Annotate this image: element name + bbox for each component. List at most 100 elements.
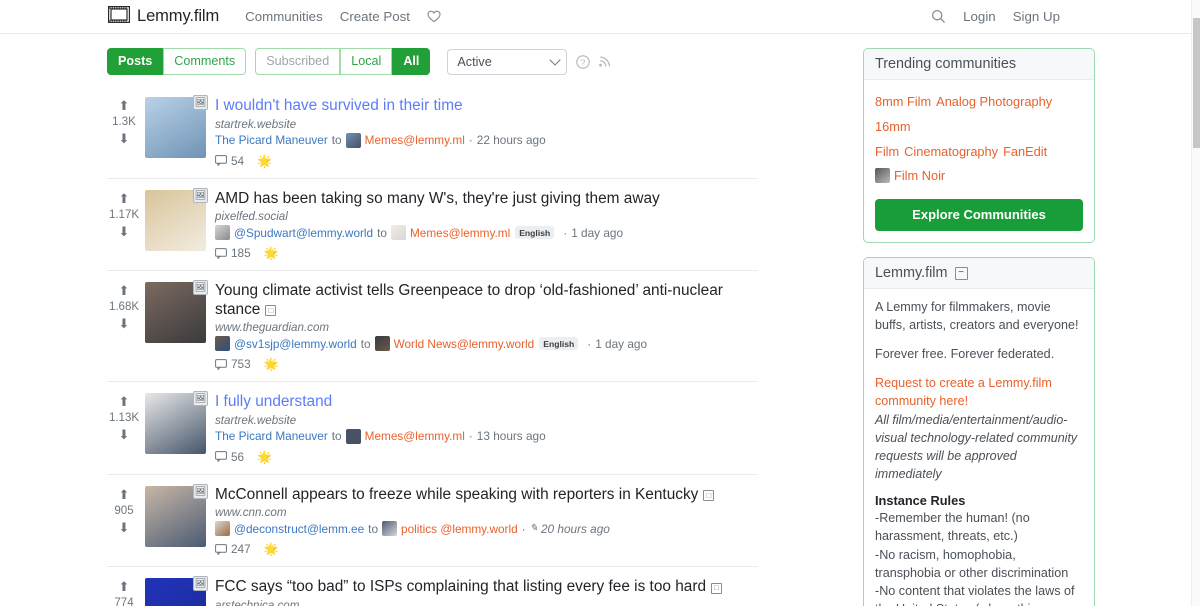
collapse-minus-icon[interactable]: − [954,266,968,280]
post-thumbnail[interactable]: 🖼 [145,187,208,251]
post-creator-link[interactable]: The Picard Maneuver [215,133,328,147]
upvote-button[interactable]: ⬆ [119,488,130,501]
instance-rules-list: -Remember the human! (no harassment, thr… [875,509,1083,606]
brand-home-link[interactable]: Lemmy.film [107,5,219,28]
post-time: 1 day ago [595,336,648,351]
post-title-row: I wouldn't have survived in their time [215,97,758,115]
external-link-icon[interactable]: □ [703,490,715,502]
creator-avatar [215,225,230,241]
crosspost-star-icon[interactable]: 🌟 [264,542,279,556]
page-scrollbar[interactable] [1191,0,1200,606]
comment-count: 753 [231,357,251,372]
post-thumbnail[interactable]: 🖼 [145,280,208,344]
post-item: ⬆ 905 ⬇ 🖼 McConnell appears to freeze while … [107,473,758,566]
tab-posts[interactable]: Posts [107,48,164,76]
post-creator-link[interactable]: @deconstruct@lemm.ee [234,522,364,536]
post-thumbnail[interactable]: 🖼 [145,95,208,159]
meta-dot: · [587,336,592,351]
sort-select[interactable]: Active [447,48,568,75]
tab-comments[interactable]: Comments [163,48,247,76]
comments-action[interactable]: 185 [215,246,251,260]
request-community-link[interactable]: Request to create a Lemmy.film community… [875,375,1083,411]
image-expand-icon[interactable]: 🖼 [193,483,208,499]
explore-communities-button[interactable]: Explore Communities [875,199,1083,232]
post-community-link[interactable]: politics @lemmy.world [401,522,518,536]
external-link-icon[interactable]: □ [265,305,277,317]
post-creator-link[interactable]: @Spudwart@lemmy.world [234,226,373,240]
post-item: ⬆774⬇🖼FCC says “too bad” to ISPs complai… [107,566,758,606]
image-expand-icon[interactable]: 🖼 [193,280,208,296]
heart-icon[interactable] [427,10,441,23]
post-title-link[interactable]: FCC says “too bad” to ISPs complaining t… [215,578,706,595]
meta-dot: · [468,133,473,148]
post-meta: The Picard Maneuver to Memes@lemmy.ml · 22 h… [215,132,758,148]
post-title-link[interactable]: Young climate activist tells Greenpeace … [215,282,723,317]
post-title-link[interactable]: I fully understand [215,393,332,410]
post-creator-link[interactable]: @sv1sjp@lemmy.world [234,337,357,351]
upvote-button[interactable]: ⬆ [119,580,130,593]
downvote-button[interactable]: ⬇ [119,521,130,534]
login-link[interactable]: Login [963,9,996,24]
post-thumbnail[interactable]: 🖼 [145,483,208,547]
listing-type-toggle: Subscribed Local All [255,48,431,76]
upvote-button[interactable]: ⬆ [119,284,130,297]
post-title-link[interactable]: I wouldn't have survived in their time [215,97,463,114]
post-community-link[interactable]: Memes@lemmy.ml [365,429,465,443]
crosspost-star-icon[interactable]: 🌟 [264,246,279,260]
post-item: ⬆ 1.68K ⬇ 🖼 Young climate activist tells Gre… [107,270,758,381]
downvote-button[interactable]: ⬇ [119,428,130,441]
post-item: ⬆ 1.13K ⬇ 🖼 I fully understand startrek.websi… [107,381,758,473]
rss-icon[interactable] [599,55,612,68]
external-link-icon[interactable]: □ [711,582,723,594]
trending-community-link[interactable]: 8mm Film [875,94,931,109]
crosspost-star-icon[interactable]: 🌟 [257,450,272,464]
question-circle-icon[interactable]: ? [576,54,591,69]
post-body: Young climate activist tells Greenpeace … [215,282,758,371]
post-community-link[interactable]: Memes@lemmy.ml [365,133,465,147]
edited-pencil-icon: ✎ [529,523,538,535]
post-domain: www.theguardian.com [215,321,330,335]
post-time: 22 hours ago [476,133,546,148]
post-creator-link[interactable]: The Picard Maneuver [215,429,328,443]
trending-community-link[interactable]: FanEdit [1003,144,1047,159]
post-title-link[interactable]: AMD has been taking so many W's, they're… [215,190,660,207]
post-community-link[interactable]: Memes@lemmy.ml [410,226,510,240]
trending-community-link[interactable]: Film Noir [894,168,945,183]
tab-subscribed[interactable]: Subscribed [255,48,341,76]
post-community-link[interactable]: World News@lemmy.world [394,337,535,351]
nav-communities[interactable]: Communities [245,9,323,24]
post-body: AMD has been taking so many W's, they're… [215,190,758,260]
nav-create-post[interactable]: Create Post [340,9,410,24]
crosspost-star-icon[interactable]: 🌟 [264,357,279,371]
post-meta: @deconstruct@lemm.ee to politics @lemmy.wo… [215,521,758,537]
downvote-button[interactable]: ⬇ [119,132,130,145]
search-icon[interactable] [931,9,946,24]
tab-all[interactable]: All [392,48,431,76]
trending-community-link[interactable]: Analog Photography [936,94,1052,109]
comments-action[interactable]: 56 [215,450,244,464]
meta-to-label: to [377,225,387,240]
crosspost-star-icon[interactable]: 🌟 [257,154,272,168]
image-expand-icon[interactable]: 🖼 [193,187,208,203]
downvote-button[interactable]: ⬇ [119,317,130,330]
image-expand-icon[interactable]: 🖼 [193,95,208,111]
trending-links: 8mm Film Analog Photography 16mm Film Cinem… [875,90,1083,189]
tab-local[interactable]: Local [340,48,393,76]
image-expand-icon[interactable]: 🖼 [193,391,208,407]
image-expand-icon[interactable]: 🖼 [193,576,208,592]
language-badge: English [539,337,579,351]
post-title-link[interactable]: McConnell appears to freeze while speaki… [215,486,698,503]
trending-community-link[interactable]: Cinematography [904,144,998,159]
scrollbar-thumb[interactable] [1193,18,1200,148]
post-score: 1.3K [112,116,136,129]
comments-action[interactable]: 54 [215,154,244,168]
upvote-button[interactable]: ⬆ [119,192,130,205]
comments-action[interactable]: 753 [215,357,251,371]
downvote-button[interactable]: ⬇ [119,225,130,238]
post-thumbnail[interactable]: 🖼 [145,391,208,455]
signup-link[interactable]: Sign Up [1013,9,1060,24]
post-thumbnail[interactable]: 🖼 [145,576,208,606]
upvote-button[interactable]: ⬆ [119,395,130,408]
upvote-button[interactable]: ⬆ [119,99,130,112]
comments-action[interactable]: 247 [215,542,251,556]
